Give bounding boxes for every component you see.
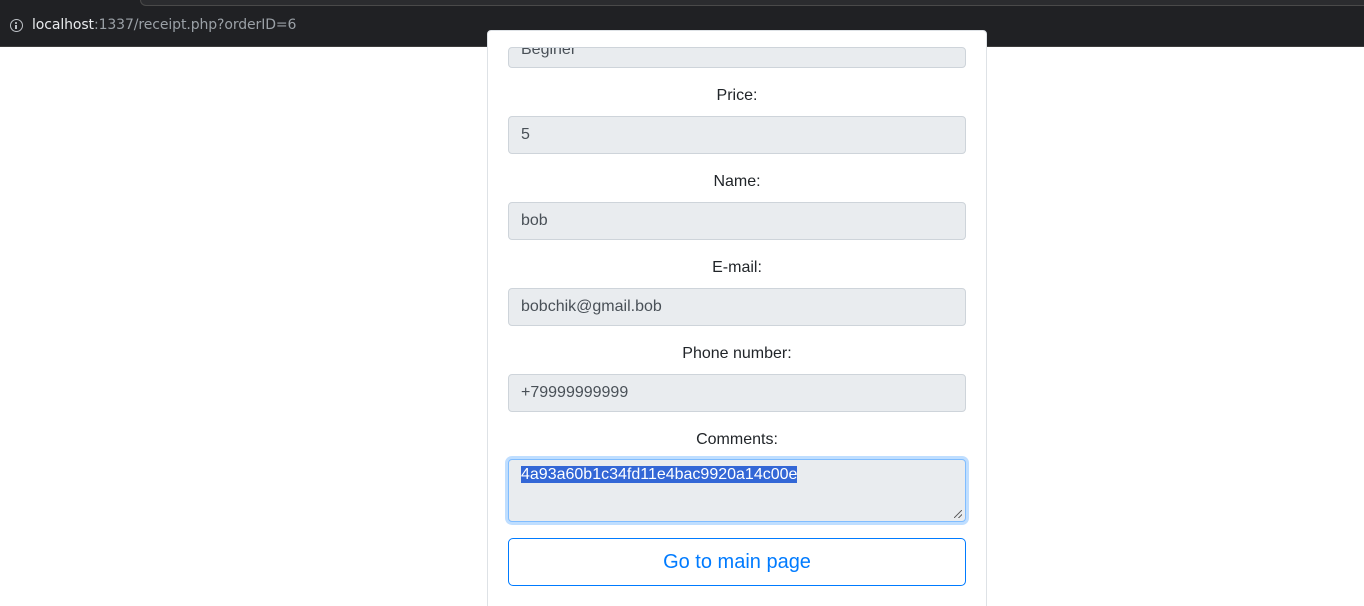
- resize-grip-icon[interactable]: [954, 510, 962, 518]
- price-field: 5: [508, 116, 966, 154]
- level-field: Beginer: [508, 47, 966, 68]
- phone-label: Phone number:: [682, 345, 792, 362]
- email-field: bobchik@gmail.bob: [508, 288, 966, 326]
- email-label: E-mail:: [712, 259, 762, 276]
- url-host: localhost: [32, 17, 94, 33]
- name-field: bob: [508, 202, 966, 240]
- url-field[interactable]: localhost:1337/receipt.php?orderID=6: [32, 17, 296, 33]
- url-path: :1337/receipt.php?orderID=6: [93, 17, 297, 33]
- go-to-main-page-button[interactable]: Go to main page: [508, 538, 966, 586]
- phone-field: +79999999999: [508, 374, 966, 412]
- name-label: Name:: [713, 173, 761, 190]
- comments-selected-text: 4a93a60b1c34fd11e4bac9920a14c00e: [521, 466, 798, 483]
- info-icon[interactable]: [10, 19, 23, 32]
- comments-label: Comments:: [696, 431, 778, 448]
- price-label: Price:: [716, 87, 758, 104]
- tab-strip: [140, 0, 1364, 6]
- comments-textarea[interactable]: 4a93a60b1c34fd11e4bac9920a14c00e: [508, 459, 966, 522]
- level-value: Beginer: [521, 47, 577, 58]
